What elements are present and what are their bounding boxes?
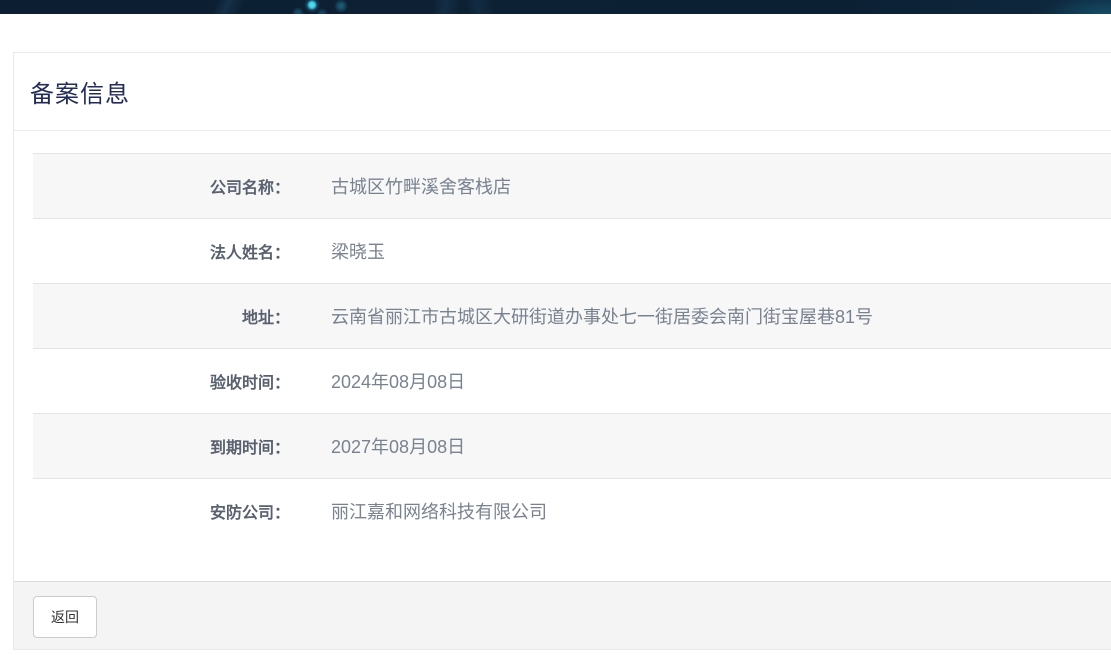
field-value-company-name: 古城区竹畔溪舍客栈店 <box>290 154 1111 219</box>
field-label-address: 地址： <box>33 284 290 349</box>
page-title: 备案信息 <box>30 74 130 109</box>
table-row-expiry-date: 到期时间： 2027年08月08日 <box>33 414 1111 479</box>
field-label-legal-person: 法人姓名： <box>33 219 290 284</box>
field-label-acceptance-date: 验收时间： <box>33 349 290 414</box>
hero-banner-image <box>0 0 1111 14</box>
table-row-legal-person: 法人姓名： 梁晓玉 <box>33 219 1111 284</box>
table-row-company-name: 公司名称： 古城区竹畔溪舍客栈店 <box>33 154 1111 219</box>
table-row-address: 地址： 云南省丽江市古城区大研街道办事处七一街居委会南门街宝屋巷81号 <box>33 284 1111 349</box>
field-value-legal-person: 梁晓玉 <box>290 219 1111 284</box>
panel-header: 备案信息 <box>14 53 1111 131</box>
field-label-expiry-date: 到期时间： <box>33 414 290 479</box>
field-value-address: 云南省丽江市古城区大研街道办事处七一街居委会南门街宝屋巷81号 <box>290 284 1111 349</box>
record-info-panel: 备案信息 公司名称： 古城区竹畔溪舍客栈店 法人姓名： 梁晓玉 地址： 云南省丽… <box>13 52 1111 650</box>
field-value-acceptance-date: 2024年08月08日 <box>290 349 1111 414</box>
table-row-security-company: 安防公司： 丽江嘉和网络科技有限公司 <box>33 479 1111 544</box>
record-info-table: 公司名称： 古城区竹畔溪舍客栈店 法人姓名： 梁晓玉 地址： 云南省丽江市古城区… <box>33 153 1111 544</box>
back-button[interactable]: 返回 <box>33 596 97 638</box>
field-value-expiry-date: 2027年08月08日 <box>290 414 1111 479</box>
field-label-company-name: 公司名称： <box>33 154 290 219</box>
panel-footer: 返回 <box>14 581 1111 649</box>
table-row-acceptance-date: 验收时间： 2024年08月08日 <box>33 349 1111 414</box>
panel-body: 公司名称： 古城区竹畔溪舍客栈店 法人姓名： 梁晓玉 地址： 云南省丽江市古城区… <box>14 131 1111 581</box>
field-value-security-company: 丽江嘉和网络科技有限公司 <box>290 479 1111 544</box>
field-label-security-company: 安防公司： <box>33 479 290 544</box>
